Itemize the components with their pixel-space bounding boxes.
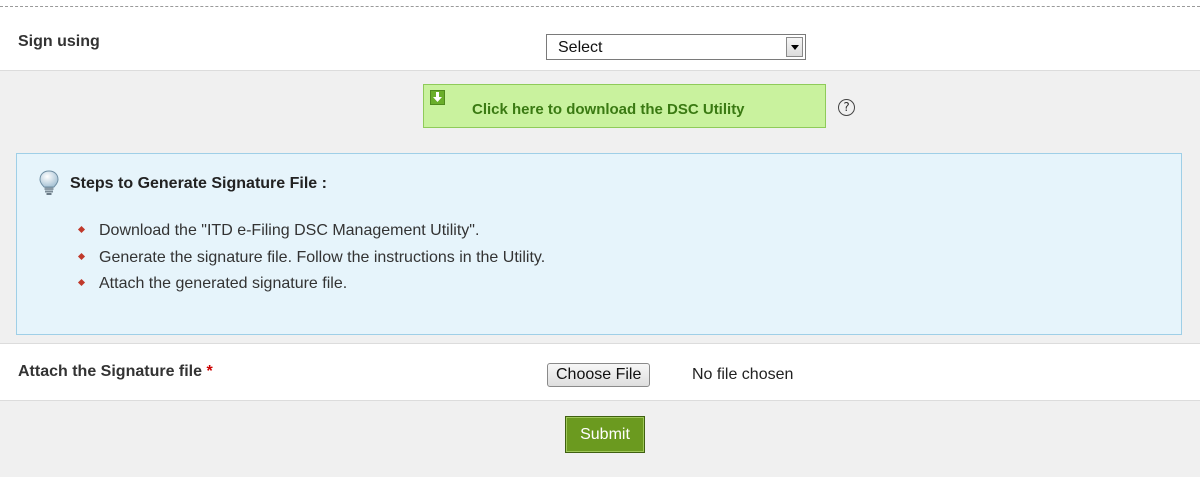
step-text: Download the "ITD e-Filing DSC Managemen… [99, 222, 480, 239]
step-text: Attach the generated signature file. [99, 275, 348, 292]
steps-list: Download the "ITD e-Filing DSC Managemen… [77, 222, 546, 302]
list-item: Download the "ITD e-Filing DSC Managemen… [77, 222, 545, 249]
attach-signature-row: Attach the Signature file * Choose File … [0, 343, 1200, 401]
bullet-icon [77, 278, 86, 287]
download-arrow-icon [430, 90, 445, 105]
step-text: Generate the signature file. Follow the … [99, 248, 546, 266]
submit-row: Submit [0, 401, 1200, 475]
download-dsc-utility-button[interactable]: Click here to download the DSC Utility [423, 84, 826, 128]
sign-using-label: Sign using [18, 33, 100, 50]
list-item: Attach the generated signature file. [77, 275, 545, 302]
file-status-text: No file chosen [692, 366, 794, 383]
sign-using-row: Sign using Select [0, 18, 1200, 71]
sign-using-select[interactable]: Select [546, 34, 806, 60]
question-circle-icon[interactable]: ? [838, 99, 855, 116]
steps-info-box: Steps to Generate Signature File : Downl… [16, 153, 1182, 335]
lightbulb-icon [39, 170, 59, 195]
bullet-icon [77, 252, 86, 260]
required-marker: * [206, 363, 213, 380]
list-item: Generate the signature file. Follow the … [77, 248, 546, 276]
choose-file-button[interactable]: Choose File [547, 363, 651, 387]
download-button-label: Click here to download the DSC Utility [472, 101, 745, 118]
submit-button[interactable]: Submit [565, 416, 645, 453]
attach-label-text: Attach the Signature file [18, 363, 203, 380]
attach-signature-label: Attach the Signature file * [18, 363, 213, 381]
chevron-down-icon[interactable] [786, 37, 803, 57]
steps-title: Steps to Generate Signature File : [70, 175, 327, 192]
sign-using-select-value: Select [558, 39, 603, 56]
dashed-top-border [0, 6, 1200, 7]
bullet-icon [77, 225, 86, 234]
